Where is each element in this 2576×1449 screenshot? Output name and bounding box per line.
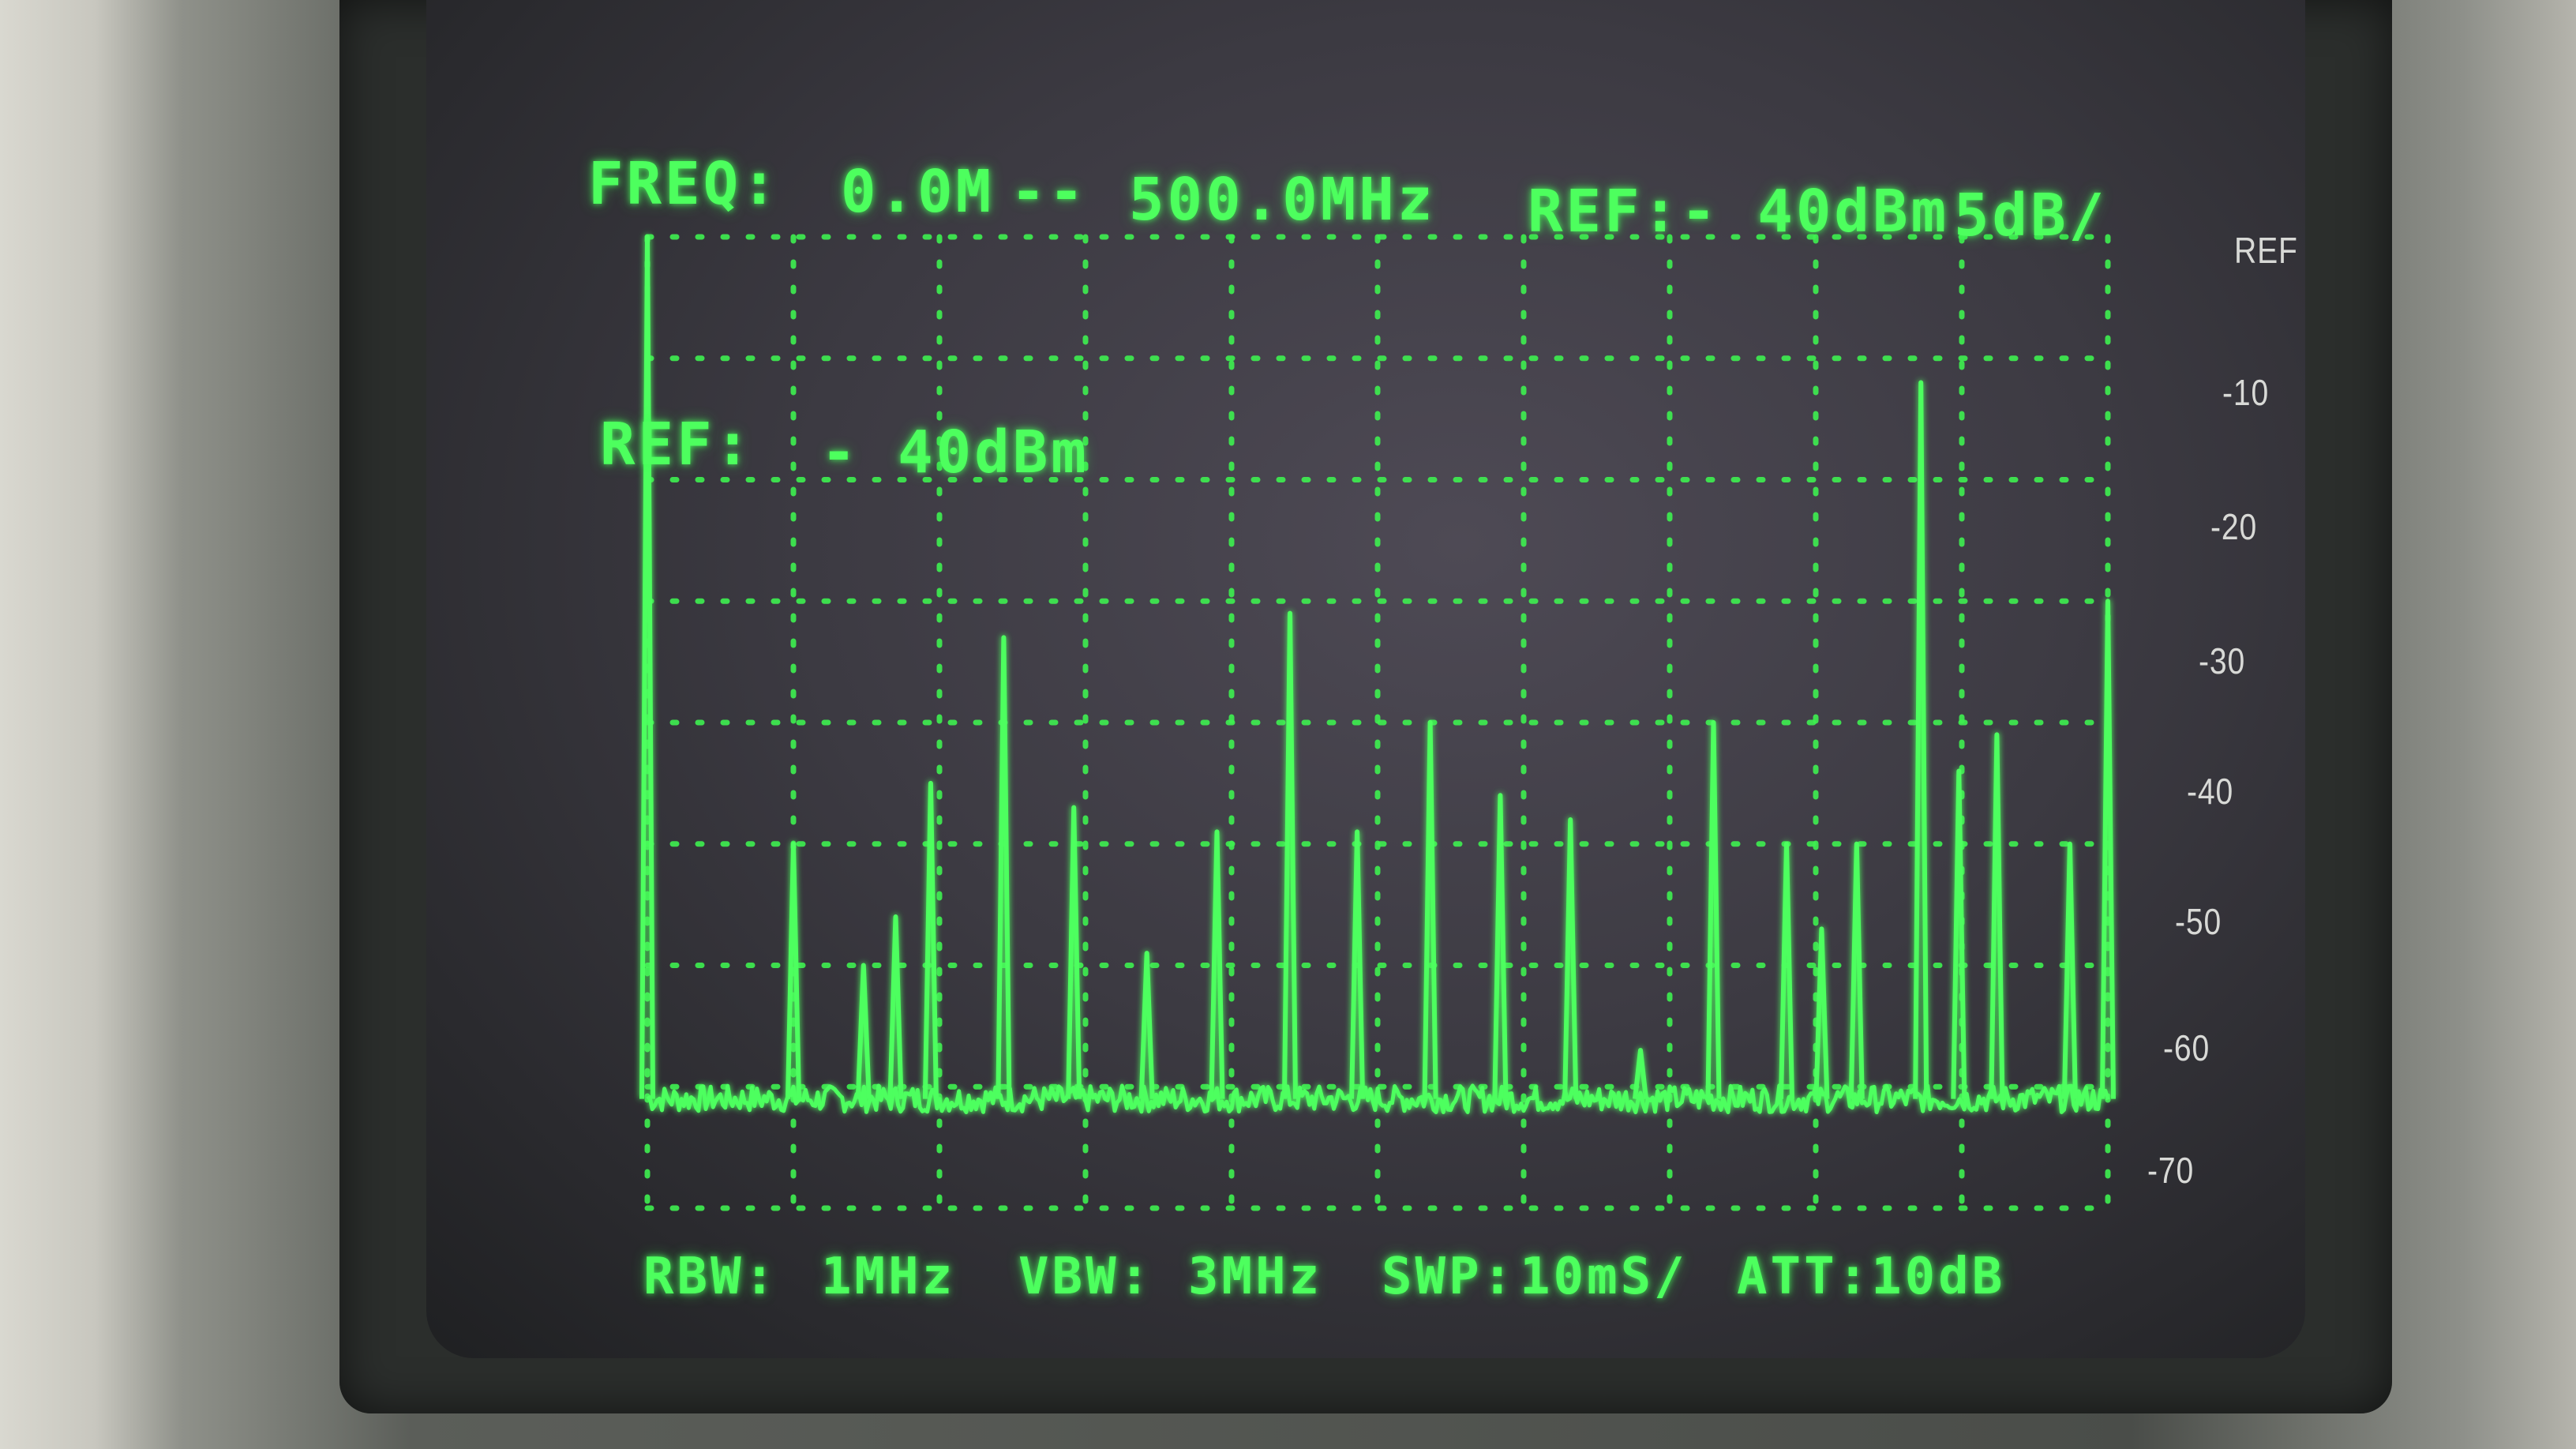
spectral-peak [1848,841,1865,1099]
scale-label: -30 [2199,640,2246,681]
scale-label: -50 [2175,901,2222,942]
scale-label: -10 [2222,372,2270,413]
spectral-peak [1989,732,2005,1099]
spectral-peak [1138,951,1155,1099]
spectral-peak [855,963,872,1099]
scale-label: -40 [2187,771,2234,812]
crt-screen: FREQ: 0.0M -- 500.0MHz REF:- 40dBm 5dB/ … [426,0,2305,1358]
ref-overlay-value: - 40dBm [821,419,1089,486]
scale-label: -60 [2163,1027,2210,1068]
spectral-peak [2061,841,2078,1099]
spectral-peak [1813,926,1830,1099]
spectral-peak [1282,610,1298,1099]
scale-label: -70 [2147,1150,2195,1191]
vbw-value: 3MHz [1188,1248,1323,1306]
vbw-label: VBW: [1018,1248,1153,1306]
spectral-peak [1705,720,1722,1099]
spectral-peak [1492,793,1509,1099]
freq-stop: 500.0MHz [1129,166,1436,234]
scale-per-division: 5dB/ [1954,182,2108,250]
att-setting: ATT:10dB [1737,1248,2006,1306]
spectral-peak [1779,841,1794,1099]
spectral-peak [887,914,904,1099]
ref-overlay-label: REF: [600,411,754,479]
freq-start: 0.0M [841,158,995,226]
swp-value: 10mS/ [1520,1248,1688,1306]
freq-separator: -- [1011,158,1088,226]
swp-label: SWP: [1382,1248,1517,1306]
spectral-peak [1913,380,1929,1099]
spectral-peak [1209,829,1225,1099]
spectral-peak [1066,805,1082,1099]
spectral-peak [1562,817,1579,1099]
spectral-peak [996,635,1012,1099]
rbw-label: RBW: [643,1248,778,1306]
scale-label: -20 [2210,506,2258,547]
freq-label: FREQ: [588,150,780,218]
rbw-value: 1MHz [821,1248,956,1306]
ref-level-header: REF:- 40dBm [1528,178,1950,246]
spectral-peak [922,780,939,1099]
spectral-peak [1422,720,1438,1099]
scale-label-ref: REF [2234,230,2298,271]
